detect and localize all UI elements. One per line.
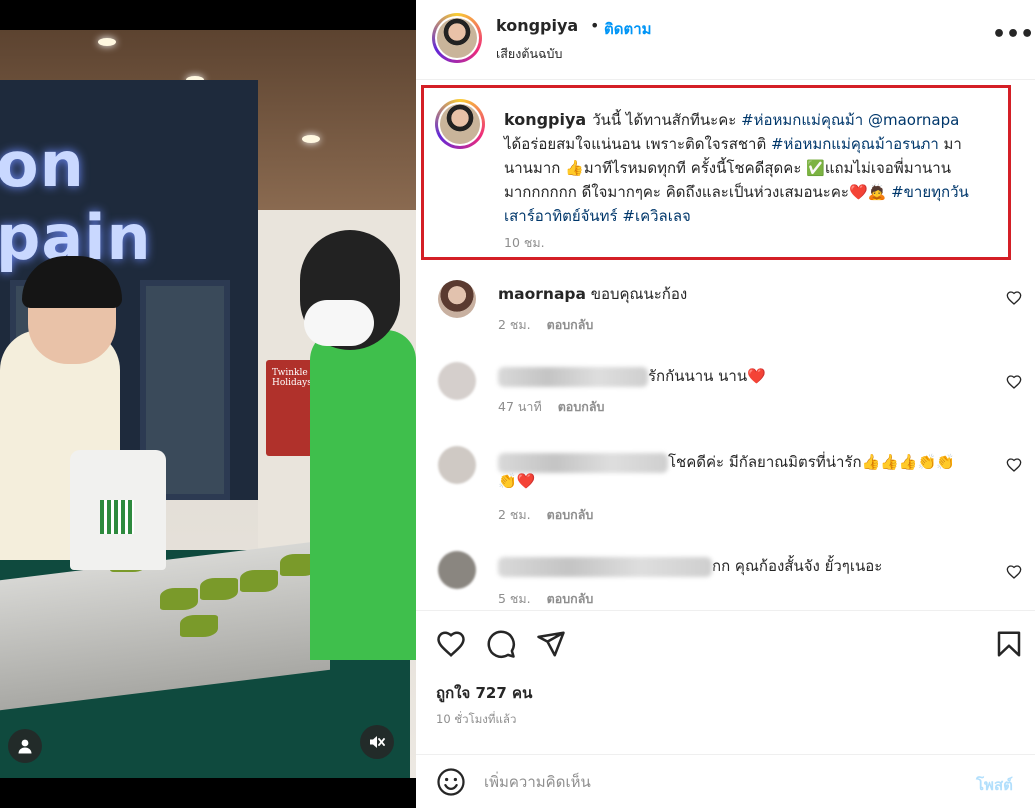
reply-button[interactable]: ตอบกลับ <box>547 507 594 522</box>
mention-link[interactable]: @maornapa <box>868 111 959 129</box>
store-sign: on pain <box>0 128 152 274</box>
more-options-icon[interactable]: ••• <box>992 22 1034 47</box>
hashtag-link[interactable]: #ห่อหมกแม่คุณม้าอรนภา <box>771 135 939 153</box>
speaker-muted-icon <box>370 736 385 748</box>
post-header: kongpiya • ติดตาม เสียงต้นฉบับ ••• <box>416 0 1035 80</box>
post-comment-button[interactable]: โพสต์ <box>976 773 1013 797</box>
qr-code <box>100 500 134 534</box>
hashtag-link[interactable]: #เควิลเลจ <box>622 207 690 225</box>
audio-link[interactable]: เสียงต้นฉบับ <box>496 44 562 64</box>
person-right <box>310 330 416 660</box>
caption-highlight: kongpiya วันนี้ ได้ทานสักทีนะคะ #ห่อหมกแม… <box>421 85 1011 260</box>
post-panel: kongpiya • ติดตาม เสียงต้นฉบับ ••• kongp… <box>416 0 1035 808</box>
commenter-username[interactable]: maornapa <box>498 285 586 303</box>
comment-text: โชคดีค่ะ มีกัลยาณมิตรที่น่ารัก👍👍👍👏👏 <box>668 453 955 471</box>
caption-line: ได้อร่อยสมใจแน่นอน เพราะติดใจรสชาติ <box>504 135 771 153</box>
share-paper-plane-icon[interactable] <box>536 629 566 659</box>
follow-button[interactable]: ติดตาม <box>604 17 652 41</box>
commenter-avatar[interactable] <box>438 362 476 400</box>
reply-button[interactable]: ตอบกลับ <box>547 317 594 332</box>
leaf-parcel <box>200 578 238 600</box>
face-mask <box>304 300 374 346</box>
comment-text: ขอบคุณนะก้อง <box>590 285 688 303</box>
comment-time[interactable]: 2 ชม. <box>498 507 531 522</box>
avatar[interactable] <box>435 99 485 149</box>
like-comment-heart-icon[interactable] <box>1006 374 1022 390</box>
like-comment-heart-icon[interactable] <box>1006 564 1022 580</box>
blurred-username <box>498 556 712 577</box>
comment-text: กก คุณก้องสั้นจัง ยั้วๆเนอะ <box>712 557 883 575</box>
like-heart-icon[interactable] <box>436 629 466 659</box>
like-comment-heart-icon[interactable] <box>1006 290 1022 306</box>
reply-button[interactable]: ตอบกลับ <box>558 399 605 414</box>
blurred-username <box>498 452 668 473</box>
reply-button[interactable]: ตอบกลับ <box>547 591 594 606</box>
avatar[interactable] <box>432 13 482 63</box>
hashtag-link[interactable]: เสาร์อาทิตย์จันทร์ <box>504 207 618 225</box>
comment-text: 👏❤️ <box>498 472 536 490</box>
hashtag-link[interactable]: #ห่อหมกแม่คุณม้า <box>741 111 863 129</box>
commenter-avatar[interactable] <box>438 446 476 484</box>
ceiling-lamp <box>98 38 116 46</box>
likes-count[interactable]: ถูกใจ 727 คน <box>436 681 532 705</box>
post-actions: ถูกใจ 727 คน 10 ชั่วโมงที่แล้ว <box>416 610 1035 760</box>
comment-text: รักกันนาน นาน❤️ <box>648 367 766 385</box>
mute-toggle-button[interactable] <box>360 725 394 759</box>
commenter-avatar[interactable] <box>438 280 476 318</box>
caption-username[interactable]: kongpiya <box>504 110 586 129</box>
leaf-parcel <box>180 615 218 637</box>
separator-dot: • <box>590 16 600 35</box>
caption-line: วันนี้ ได้ทานสักทีนะคะ <box>592 111 742 129</box>
comment-bubble-icon[interactable] <box>486 629 516 659</box>
save-bookmark-icon[interactable] <box>994 629 1024 659</box>
emoji-icon[interactable] <box>436 767 466 797</box>
post-media[interactable]: on pain Twinkle Holidays <box>0 0 416 808</box>
user-icon <box>18 739 32 754</box>
leaf-parcel <box>160 588 198 610</box>
comment-composer: โพสต์ <box>416 754 1035 808</box>
caption-timestamp[interactable]: 10 ชม. <box>504 233 545 253</box>
hashtag-link[interactable]: #ขายทุกวัน <box>891 183 969 201</box>
author-username[interactable]: kongpiya <box>496 16 578 35</box>
comment-time[interactable]: 2 ชม. <box>498 317 531 332</box>
caption-line: นานมาก 👍มาทีไรหมดทุกที ครั้งนี้โชคดีสุดค… <box>504 159 951 177</box>
comment-input[interactable] <box>484 767 944 797</box>
leaf-parcel <box>240 570 278 592</box>
caption-text: kongpiya วันนี้ ได้ทานสักทีนะคะ #ห่อหมกแม… <box>504 108 1004 228</box>
shopping-bag <box>70 450 166 570</box>
ceiling-lamp <box>302 135 320 143</box>
post-timestamp[interactable]: 10 ชั่วโมงที่แล้ว <box>436 711 516 729</box>
commenter-avatar[interactable] <box>438 551 476 589</box>
blurred-username <box>498 366 648 387</box>
tagged-users-button[interactable] <box>8 729 42 763</box>
comment-time[interactable]: 5 ชม. <box>498 591 531 606</box>
caption-line: มากกกกกก ดีใจมากๆคะ คิดถึงและเป็นห่วงเสม… <box>504 183 892 201</box>
comment-time[interactable]: 47 นาที <box>498 399 542 414</box>
like-comment-heart-icon[interactable] <box>1006 457 1022 473</box>
video-frame[interactable]: on pain Twinkle Holidays <box>0 30 416 778</box>
caption-line: มา <box>938 135 962 153</box>
